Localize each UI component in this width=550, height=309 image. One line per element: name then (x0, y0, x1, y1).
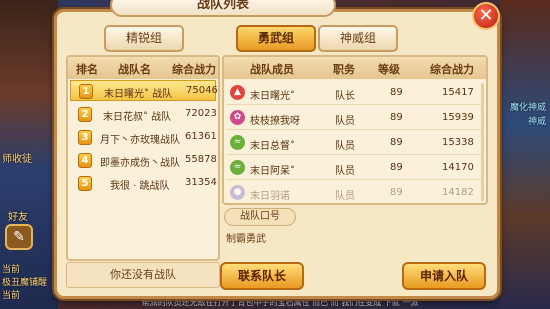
close-icon: ✕ (478, 5, 494, 26)
member-role: 队员 (335, 116, 355, 127)
wind-icon: ≈ (230, 160, 245, 175)
bg-label-current-2: 当前 (2, 291, 21, 301)
dialog-title: 战队列表 (110, 0, 336, 17)
team-row[interactable]: 1 末日曙光˚ 战队 75046 (70, 80, 218, 101)
rank-badge: 3 (78, 130, 92, 145)
member-power: 14182 (442, 187, 474, 198)
tab-brave-group[interactable]: 勇武组 (236, 25, 316, 52)
header-team-power: 综合战力 (172, 63, 216, 76)
flower-icon: ✿ (230, 110, 245, 125)
team-name: 月下丶亦玫瑰战队 (100, 135, 180, 146)
team-row[interactable]: 4 即墨亦成伤丶战队 55878 (70, 150, 217, 171)
team-ranking-table: 排名 战队名 综合战力 1 末日曙光˚ 战队 75046 2 末日花叔˚ 战队 … (66, 55, 220, 261)
wind-icon: ≈ (230, 135, 245, 150)
fire-icon: ▲ (230, 85, 245, 100)
team-row[interactable]: 2 末日花叔˚ 战队 72023 (70, 104, 217, 125)
member-level: 89 (390, 162, 403, 173)
header-role: 职务 (333, 63, 355, 76)
chat-icon[interactable]: ✎ (5, 224, 33, 250)
rank-badge: 5 (78, 176, 92, 191)
close-button[interactable]: ✕ (472, 2, 500, 30)
bg-label-player: 极丑魔铺醒 (2, 278, 48, 288)
rank-badge: 1 (79, 84, 93, 99)
header-rank: 排名 (76, 63, 98, 76)
member-level: 89 (390, 137, 403, 148)
member-table-header: 战队成员 职务 等级 综合战力 (224, 57, 486, 79)
member-level: 89 (390, 187, 403, 198)
tab-elite-group[interactable]: 精锐组 (104, 25, 184, 52)
member-list-scrollbar[interactable] (481, 83, 484, 201)
team-power: 55878 (185, 154, 217, 165)
slogan-label: 战队口号 (224, 208, 296, 226)
member-row[interactable]: ▲ 末日曙光˚ 队长 89 15417 (226, 81, 484, 105)
team-power: 61361 (185, 131, 217, 142)
spirit-icon: ● (230, 185, 245, 200)
header-team-name: 战队名 (118, 63, 151, 76)
contact-captain-button[interactable]: 联系队长 (220, 262, 304, 290)
slogan-text: 制霸勇武 (226, 234, 266, 245)
member-name: 枝枝撩我呀 (250, 116, 300, 127)
member-level: 89 (390, 87, 403, 98)
team-row[interactable]: 5 我很 · 跳战队 31354 (70, 173, 217, 194)
member-row[interactable]: ● 末日羽诺 队员 89 14182 (226, 181, 484, 203)
bg-label-mentor: 师收徒 (2, 154, 32, 165)
header-level: 等级 (378, 63, 400, 76)
team-power: 72023 (185, 108, 217, 119)
bg-label-right-2: 神威 (527, 117, 546, 127)
tab-divine-group[interactable]: 神威组 (318, 25, 398, 52)
bg-label-right-1: 魔化神威 (509, 103, 546, 113)
apply-join-button[interactable]: 申请入队 (402, 262, 486, 290)
member-name: 末日总督˚ (250, 141, 295, 152)
background-right-scenery (500, 0, 550, 309)
member-role: 队员 (335, 141, 355, 152)
team-name: 末日曙光˚ 战队 (104, 89, 173, 100)
rank-badge: 4 (78, 153, 92, 168)
team-table-header: 排名 战队名 综合战力 (68, 57, 218, 79)
rank-badge: 2 (78, 107, 92, 122)
header-member: 战队成员 (250, 63, 294, 76)
member-level: 89 (390, 112, 403, 123)
member-name: 末日阿呆˚ (250, 166, 295, 177)
member-role: 队员 (335, 191, 355, 202)
team-power: 75046 (186, 85, 218, 96)
bg-label-current: 当前 (2, 265, 21, 275)
member-name: 末日曙光˚ (250, 91, 295, 102)
team-name: 末日花叔˚ 战队 (103, 112, 172, 123)
member-name: 末日羽诺 (250, 191, 290, 202)
team-row[interactable]: 3 月下丶亦玫瑰战队 61361 (70, 127, 217, 148)
member-power: 15417 (442, 87, 474, 98)
member-power: 14170 (442, 162, 474, 173)
no-team-notice: 你还没有战队 (66, 262, 220, 288)
team-members-table: 战队成员 职务 等级 综合战力 ▲ 末日曙光˚ 队长 89 15417 ✿ 枝枝… (222, 55, 488, 205)
member-power: 15338 (442, 137, 474, 148)
member-role: 队员 (335, 166, 355, 177)
team-name: 我很 · 跳战队 (110, 181, 170, 192)
member-row[interactable]: ≈ 末日阿呆˚ 队员 89 14170 (226, 156, 484, 180)
bg-label-friends: 好友 (8, 212, 28, 223)
member-row[interactable]: ≈ 末日总督˚ 队员 89 15338 (226, 131, 484, 155)
header-member-power: 综合战力 (430, 63, 474, 76)
team-name: 即墨亦成伤丶战队 (100, 158, 180, 169)
member-role: 队长 (335, 91, 355, 102)
group-tabs: 精锐组 勇武组 神威组 (92, 25, 462, 53)
member-row[interactable]: ✿ 枝枝撩我呀 队员 89 15939 (226, 106, 484, 130)
team-power: 31354 (185, 177, 217, 188)
member-power: 15939 (442, 112, 474, 123)
